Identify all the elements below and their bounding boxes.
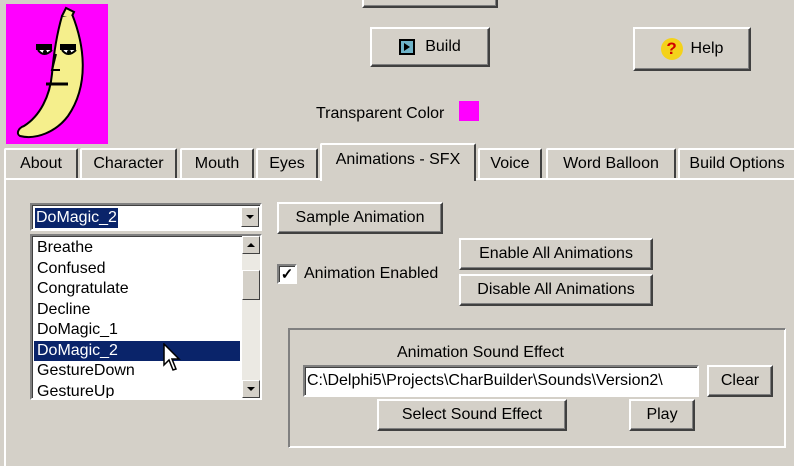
animation-dropdown[interactable]: DoMagic_2 xyxy=(30,203,262,231)
tab-animations-sfx[interactable]: Animations - SFX xyxy=(320,143,476,181)
build-button[interactable]: Build xyxy=(370,27,490,67)
help-label: Help xyxy=(690,40,724,57)
animation-list-item[interactable]: Congratulate xyxy=(34,279,240,299)
clear-label: Clear xyxy=(720,372,760,389)
enable-all-label: Enable All Animations xyxy=(479,245,633,262)
animation-list-item[interactable]: Confused xyxy=(34,259,240,279)
animation-list-item[interactable]: Decline xyxy=(34,300,240,320)
sample-animation-label: Sample Animation xyxy=(295,209,425,226)
play-label: Play xyxy=(646,406,678,423)
tab-build-options[interactable]: Build Options xyxy=(678,148,794,178)
clear-button[interactable]: Clear xyxy=(707,365,773,397)
help-button[interactable]: ? Help xyxy=(633,27,751,71)
build-icon xyxy=(399,39,416,55)
build-label: Build xyxy=(425,38,461,55)
animation-list-item[interactable]: GestureUp xyxy=(34,382,240,399)
chevron-down-icon xyxy=(247,387,255,391)
scroll-down-button[interactable] xyxy=(242,380,260,398)
select-sound-effect-button[interactable]: Select Sound Effect xyxy=(377,399,567,431)
select-sound-effect-label: Select Sound Effect xyxy=(401,406,543,423)
animation-list-item[interactable]: Breathe xyxy=(34,238,240,258)
animation-dropdown-value: DoMagic_2 xyxy=(35,208,118,228)
chevron-down-icon xyxy=(246,215,254,219)
scroll-thumb[interactable] xyxy=(242,270,260,300)
chevron-up-icon xyxy=(247,243,255,247)
disable-all-label: Disable All Animations xyxy=(477,281,635,298)
tab-word-balloon[interactable]: Word Balloon xyxy=(546,148,676,178)
banana-character-image xyxy=(16,6,84,138)
list-scrollbar[interactable] xyxy=(242,236,260,398)
animation-list[interactable]: Breathe Confused Congratulate Decline DoMagi… xyxy=(30,234,262,400)
tab-panel-animations: DoMagic_2 Breathe Confused Congratulate Dec… xyxy=(4,178,794,466)
animation-enabled-checkbox[interactable]: ✓ xyxy=(277,264,297,284)
animation-list-item[interactable]: DoMagic_2 xyxy=(34,340,240,361)
tab-about[interactable]: About xyxy=(4,148,78,178)
transparent-color-swatch[interactable] xyxy=(459,101,479,121)
sound-effect-group-label: Animation Sound Effect xyxy=(397,344,564,361)
enable-all-animations-button[interactable]: Enable All Animations xyxy=(459,238,653,270)
sound-effect-group: Animation Sound Effect C:\Delphi5\Projec… xyxy=(288,328,786,448)
animation-list-item[interactable]: GestureDown xyxy=(34,361,240,381)
sample-animation-button[interactable]: Sample Animation xyxy=(277,202,443,234)
animation-list-item[interactable]: DoMagic_1 xyxy=(34,320,240,340)
scroll-up-button[interactable] xyxy=(242,236,260,254)
disable-all-animations-button[interactable]: Disable All Animations xyxy=(459,274,653,306)
character-preview xyxy=(6,4,108,144)
sound-path-value: C:\Delphi5\Projects\CharBuilder\Sounds\V… xyxy=(307,372,663,389)
tab-character[interactable]: Character xyxy=(80,148,177,178)
top-button[interactable] xyxy=(362,0,498,8)
sound-path-field[interactable]: C:\Delphi5\Projects\CharBuilder\Sounds\V… xyxy=(303,365,699,397)
tab-eyes[interactable]: Eyes xyxy=(256,148,318,178)
checkmark-icon: ✓ xyxy=(280,265,294,283)
play-button[interactable]: Play xyxy=(629,399,695,431)
mouse-cursor-icon xyxy=(163,343,181,371)
transparent-color-label: Transparent Color xyxy=(316,105,445,122)
tab-mouth[interactable]: Mouth xyxy=(180,148,254,178)
tab-voice[interactable]: Voice xyxy=(478,148,542,178)
dropdown-arrow-button[interactable] xyxy=(241,207,259,227)
animation-enabled-label: Animation Enabled xyxy=(304,265,439,282)
help-icon: ? xyxy=(660,38,683,60)
